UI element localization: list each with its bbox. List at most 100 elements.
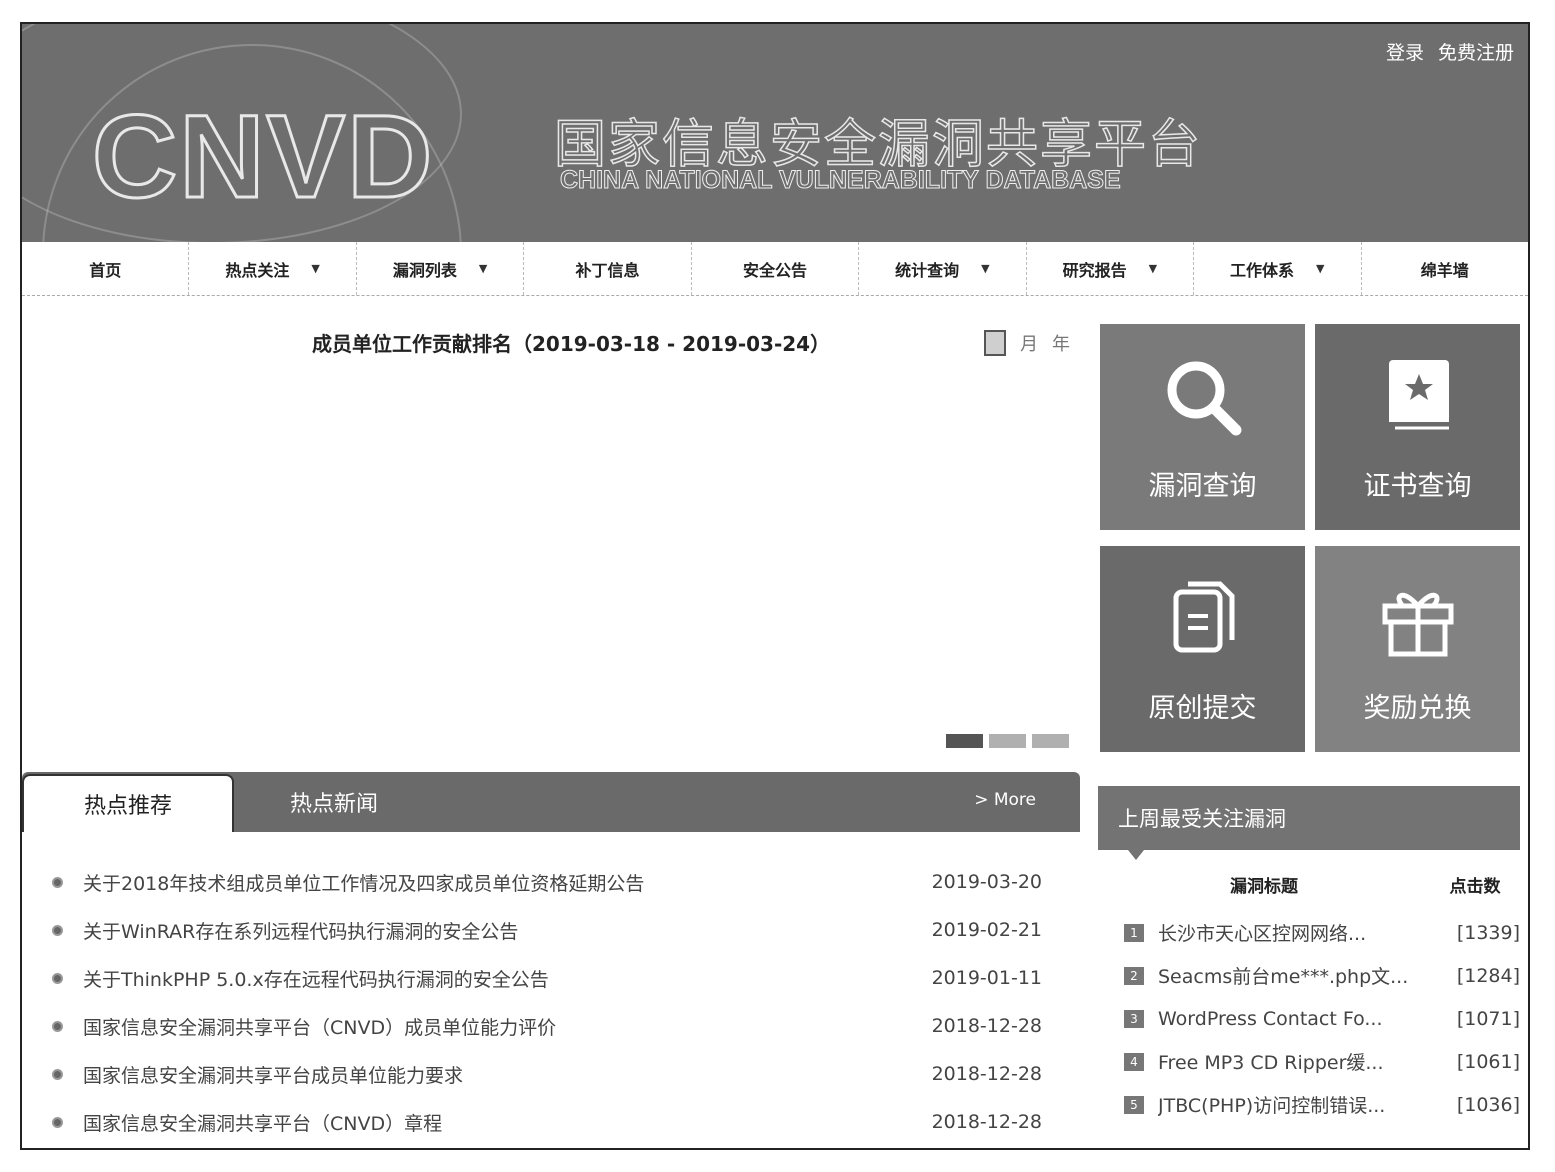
hot-vulns-title: 上周最受关注漏洞: [1098, 786, 1520, 860]
search-icon: [1167, 361, 1241, 436]
site-header: CNVD 国家信息安全漏洞共享平台 CHINA NATIONAL VULNERA…: [22, 24, 1528, 242]
caret-down-icon: ▼: [478, 262, 488, 275]
news-item: 国家信息安全漏洞共享平台（CNVD）成员单位能力评价 2018-12-28: [52, 1002, 1042, 1050]
news-panel: 热点推荐 热点新闻 > More 关于2018年技术组成员单位工作情况及四家成员…: [22, 772, 1080, 1148]
page-frame: CNVD 国家信息安全漏洞共享平台 CHINA NATIONAL VULNERA…: [20, 22, 1530, 1150]
news-title[interactable]: 关于ThinkPHP 5.0.x存在远程代码执行漏洞的安全公告: [83, 965, 922, 992]
bullet-icon: [52, 1020, 63, 1032]
hot-vuln-title[interactable]: JTBC(PHP)访问控制错误...: [1158, 1091, 1420, 1118]
nav-item[interactable]: 统计查询 ▼: [859, 242, 1027, 295]
nav-item-label: 安全公告: [742, 260, 807, 280]
hot-vuln-item: 5 JTBC(PHP)访问控制错误... [1036]: [1098, 1083, 1520, 1126]
nav-item-label: 统计查询: [895, 260, 960, 280]
news-date: 2018-12-28: [931, 1111, 1042, 1133]
rank-badge: 4: [1124, 1052, 1144, 1071]
news-list: 关于2018年技术组成员单位工作情况及四家成员单位资格延期公告 2019-03-2…: [52, 858, 1042, 1146]
hot-vuln-title[interactable]: WordPress Contact Fo...: [1158, 1008, 1420, 1030]
news-tabbar: 热点推荐 热点新闻 > More: [22, 772, 1080, 832]
news-item: 关于ThinkPHP 5.0.x存在远程代码执行漏洞的安全公告 2019-01-1…: [52, 954, 1042, 1002]
carousel-dots: [946, 734, 1069, 748]
hot-vulns-columns: 漏洞标题 点击数: [1098, 872, 1520, 897]
column-clicks: 点击数: [1449, 877, 1501, 897]
column-title: 漏洞标题: [1230, 877, 1298, 897]
hot-vuln-item: 1 长沙市天心区控网网络... [1339]: [1098, 911, 1520, 954]
news-title[interactable]: 关于WinRAR存在系列远程代码执行漏洞的安全公告: [83, 917, 922, 944]
hot-vuln-item: 4 Free MP3 CD Ripper缓... [1061]: [1098, 1040, 1520, 1083]
hot-vuln-item: 2 Seacms前台me***.php文... [1284]: [1098, 954, 1520, 997]
bullet-icon: [52, 1116, 63, 1128]
login-link[interactable]: 登录: [1386, 38, 1424, 65]
site-subtitle: CHINA NATIONAL VULNERABILITY DATABASE: [560, 166, 1122, 195]
hot-vuln-clicks: [1036]: [1456, 1093, 1520, 1116]
original-submit-label: 原创提交: [1148, 693, 1257, 724]
cert-query-tile[interactable]: 证书查询: [1315, 324, 1520, 530]
news-item: 国家信息安全漏洞共享平台成员单位能力要求 2018-12-28: [52, 1050, 1042, 1098]
ranking-carousel: [32, 374, 1082, 754]
nav-item-label: 绵羊墙: [1420, 260, 1469, 280]
nav-item-label: 研究报告: [1062, 260, 1127, 280]
nav-item[interactable]: 热点关注 ▼: [189, 242, 357, 295]
caret-down-icon: ▼: [1148, 262, 1158, 275]
nav-item[interactable]: 研究报告 ▼: [1027, 242, 1195, 295]
tab-hot-news[interactable]: 热点新闻: [234, 772, 434, 832]
nav-item-label: 工作体系: [1230, 260, 1295, 280]
news-date: 2019-03-20: [931, 871, 1042, 893]
gift-icon: [1382, 592, 1453, 657]
period-month[interactable]: 月: [1020, 330, 1038, 356]
nav-item-label: 漏洞列表: [392, 260, 457, 280]
nav-item[interactable]: 工作体系 ▼: [1194, 242, 1362, 295]
rank-badge: 1: [1124, 923, 1144, 942]
hot-vuln-clicks: [1061]: [1456, 1050, 1520, 1073]
original-submit-tile[interactable]: 原创提交: [1100, 546, 1305, 752]
hot-vuln-title[interactable]: 长沙市天心区控网网络...: [1158, 919, 1420, 946]
nav-item[interactable]: 补丁信息: [524, 242, 692, 295]
news-title[interactable]: 国家信息安全漏洞共享平台成员单位能力要求: [83, 1061, 922, 1088]
news-date: 2019-01-11: [931, 967, 1042, 989]
bullet-icon: [52, 924, 63, 936]
news-title[interactable]: 国家信息安全漏洞共享平台（CNVD）成员单位能力评价: [83, 1013, 922, 1040]
main-nav: 首页 热点关注 ▼ 漏洞列表 ▼ 补丁信息 安全公告 统计查询 ▼ 研究报告 ▼ 工作体系 ▼ 绵羊墙: [22, 242, 1528, 296]
week-calendar-icon[interactable]: [984, 330, 1006, 356]
carousel-dot[interactable]: [946, 734, 983, 748]
news-title[interactable]: 国家信息安全漏洞共享平台（CNVD）章程: [83, 1109, 922, 1136]
hot-vuln-item: 3 WordPress Contact Fo... [1071]: [1098, 997, 1520, 1040]
hot-vulns-list: 1 长沙市天心区控网网络... [1339] 2 Seacms前台me***.php文.…: [1098, 911, 1520, 1126]
bullet-icon: [52, 972, 63, 984]
certificate-book-icon: [1388, 360, 1449, 432]
hot-vuln-clicks: [1071]: [1456, 1007, 1520, 1030]
bullet-icon: [52, 1068, 63, 1080]
news-title[interactable]: 关于2018年技术组成员单位工作情况及四家成员单位资格延期公告: [83, 869, 922, 896]
rank-badge: 2: [1124, 966, 1144, 985]
hot-vulns-panel: 上周最受关注漏洞 漏洞标题 点击数 1 长沙市天心区控网网络... [1339] 2 S…: [1098, 786, 1520, 1148]
reward-exchange-tile[interactable]: 奖励兑换: [1315, 546, 1520, 752]
carousel-dot[interactable]: [1032, 734, 1069, 748]
cnvd-logo[interactable]: CNVD: [90, 97, 434, 218]
ranking-title: 成员单位工作贡献排名（2019-03-18 - 2019-03-24）: [312, 332, 831, 356]
nav-item[interactable]: 首页: [22, 242, 190, 295]
hot-vuln-title[interactable]: Free MP3 CD Ripper缓...: [1158, 1048, 1420, 1075]
vuln-query-tile[interactable]: 漏洞查询: [1100, 324, 1305, 530]
hot-vuln-clicks: [1339]: [1456, 921, 1520, 944]
tab-recommend[interactable]: 热点推荐: [22, 774, 234, 832]
nav-item[interactable]: 漏洞列表 ▼: [357, 242, 525, 295]
account-links: 登录 免费注册: [1386, 38, 1514, 65]
nav-item-label: 热点关注: [225, 260, 290, 280]
reward-exchange-label: 奖励兑换: [1363, 693, 1472, 724]
period-year[interactable]: 年: [1052, 330, 1070, 356]
nav-item-label: 首页: [89, 260, 122, 280]
register-link[interactable]: 免费注册: [1438, 38, 1514, 65]
caret-down-icon: ▼: [981, 262, 990, 275]
vuln-query-label: 漏洞查询: [1148, 471, 1257, 502]
carousel-dot[interactable]: [989, 734, 1026, 748]
news-item: 关于WinRAR存在系列远程代码执行漏洞的安全公告 2019-02-21: [52, 906, 1042, 954]
nav-item-label: 补丁信息: [575, 260, 640, 280]
news-date: 2018-12-28: [931, 1063, 1042, 1085]
nav-item[interactable]: 绵羊墙: [1362, 242, 1528, 295]
documents-icon: [1173, 581, 1234, 653]
caret-down-icon: ▼: [311, 262, 320, 275]
nav-item[interactable]: 安全公告: [692, 242, 860, 295]
more-link[interactable]: > More: [974, 790, 1036, 810]
news-date: 2019-02-21: [931, 919, 1042, 941]
hot-vuln-title[interactable]: Seacms前台me***.php文...: [1158, 962, 1420, 989]
caret-down-icon: ▼: [1316, 262, 1325, 275]
